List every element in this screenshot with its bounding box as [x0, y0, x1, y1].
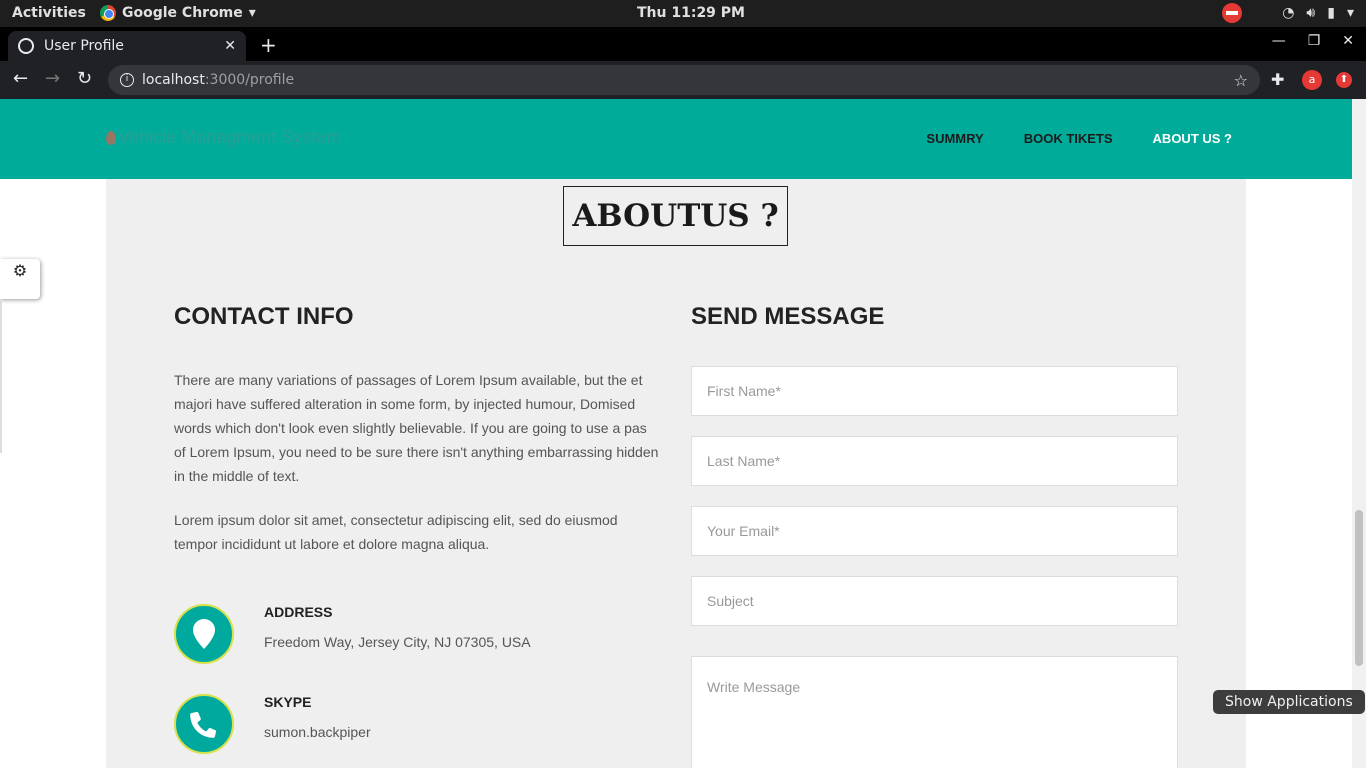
- nav-link-summry[interactable]: SUMMRY: [926, 131, 983, 146]
- nav-links: SUMMRY BOOK TIKETS ABOUT US ?: [926, 131, 1232, 146]
- tab-strip: User Profile ✕ + — ❐ ✕: [0, 27, 1366, 61]
- show-applications-tooltip: Show Applications: [1213, 690, 1365, 714]
- close-window-icon[interactable]: ✕: [1342, 33, 1354, 49]
- contact-heading: CONTACT INFO: [174, 303, 354, 330]
- clock[interactable]: Thu 11:29 PM: [637, 5, 745, 21]
- about-section: ABOUTUS ? CONTACT INFO There are many va…: [106, 179, 1246, 768]
- back-icon[interactable]: ←: [13, 68, 28, 89]
- system-tray[interactable]: ◔ 🔊︎ ▮ ▾: [1222, 3, 1354, 23]
- bookmark-star-icon[interactable]: ☆: [1234, 71, 1248, 90]
- contact-paragraph-2: Lorem ipsum dolor sit amet, consectetur …: [174, 512, 618, 552]
- app-menu[interactable]: Google Chrome ▾: [100, 5, 256, 21]
- site-brand[interactable]: Vehicle Managment System: [106, 127, 341, 148]
- web-page: Vehicle Managment System SUMMRY BOOK TIK…: [0, 99, 1366, 768]
- gears-icon: ⚙: [12, 261, 28, 280]
- extensions-puzzle-icon[interactable]: ✚: [1271, 70, 1284, 89]
- settings-widget[interactable]: ⚙: [0, 259, 40, 299]
- update-icon[interactable]: ⬆: [1336, 72, 1352, 88]
- globe-icon: [18, 38, 34, 54]
- page-scrollbar[interactable]: [1352, 99, 1366, 768]
- phone-icon: [174, 694, 234, 754]
- battery-icon: ▮: [1327, 5, 1335, 21]
- side-divider: [0, 299, 2, 453]
- message-textarea[interactable]: [691, 656, 1178, 768]
- last-name-input[interactable]: [691, 436, 1178, 486]
- contact-item-label: ADDRESS: [264, 604, 333, 620]
- address-bar[interactable]: i localhost:3000/profile ☆: [108, 65, 1260, 95]
- contact-item-value: Freedom Way, Jersey City, NJ 07305, USA: [264, 634, 531, 650]
- close-tab-icon[interactable]: ✕: [224, 38, 236, 54]
- url-path: :3000/profile: [204, 72, 295, 88]
- contact-paragraph-1: There are many variations of passages of…: [174, 372, 659, 484]
- logo-drop-icon: [106, 130, 116, 145]
- tab-user-profile[interactable]: User Profile ✕: [8, 31, 246, 61]
- scrollbar-thumb[interactable]: [1355, 510, 1363, 666]
- contact-item-label: SKYPE: [264, 694, 312, 710]
- first-name-input[interactable]: [691, 366, 1178, 416]
- no-entry-icon[interactable]: [1222, 3, 1243, 23]
- contact-item-value: sumon.backpiper: [264, 724, 371, 740]
- subject-input[interactable]: [691, 576, 1178, 626]
- info-icon[interactable]: i: [120, 73, 134, 87]
- brand-name: Vehicle Managment System: [118, 127, 342, 147]
- contact-item-address: ADDRESS Freedom Way, Jersey City, NJ 073…: [174, 604, 594, 666]
- profile-avatar[interactable]: a: [1302, 70, 1322, 90]
- message-heading: SEND MESSAGE: [691, 303, 885, 330]
- forward-icon[interactable]: →: [45, 68, 60, 89]
- minimize-icon[interactable]: —: [1272, 33, 1286, 49]
- activities-button[interactable]: Activities: [12, 5, 86, 21]
- nav-link-book-tikets[interactable]: BOOK TIKETS: [1024, 131, 1113, 146]
- nav-link-about-us[interactable]: ABOUT US ?: [1153, 131, 1232, 146]
- app-menu-label: Google Chrome: [122, 5, 243, 21]
- volume-icon: 🔊︎: [1306, 5, 1316, 21]
- contact-item-skype: SKYPE sumon.backpiper: [174, 694, 594, 756]
- wifi-icon: ◔: [1282, 5, 1295, 21]
- site-navbar: Vehicle Managment System SUMMRY BOOK TIK…: [0, 99, 1352, 179]
- map-pin-icon: [174, 604, 234, 664]
- reload-icon[interactable]: ↻: [77, 68, 92, 89]
- tab-title: User Profile: [44, 38, 124, 54]
- chrome-icon: [100, 5, 116, 21]
- section-title: ABOUTUS ?: [563, 186, 788, 246]
- caret-down-icon: ▾: [248, 5, 256, 21]
- restore-icon[interactable]: ❐: [1308, 33, 1321, 49]
- new-tab-icon[interactable]: +: [260, 33, 277, 57]
- caret-down-icon: ▾: [1346, 5, 1354, 21]
- email-input[interactable]: [691, 506, 1178, 556]
- os-top-bar: Activities Google Chrome ▾ Thu 11:29 PM …: [0, 0, 1366, 27]
- browser-toolbar: ← → ↻ i localhost:3000/profile ☆ ✚ a ⬆: [0, 61, 1366, 99]
- url-host: localhost: [142, 72, 205, 88]
- window-controls: — ❐ ✕: [1272, 33, 1354, 49]
